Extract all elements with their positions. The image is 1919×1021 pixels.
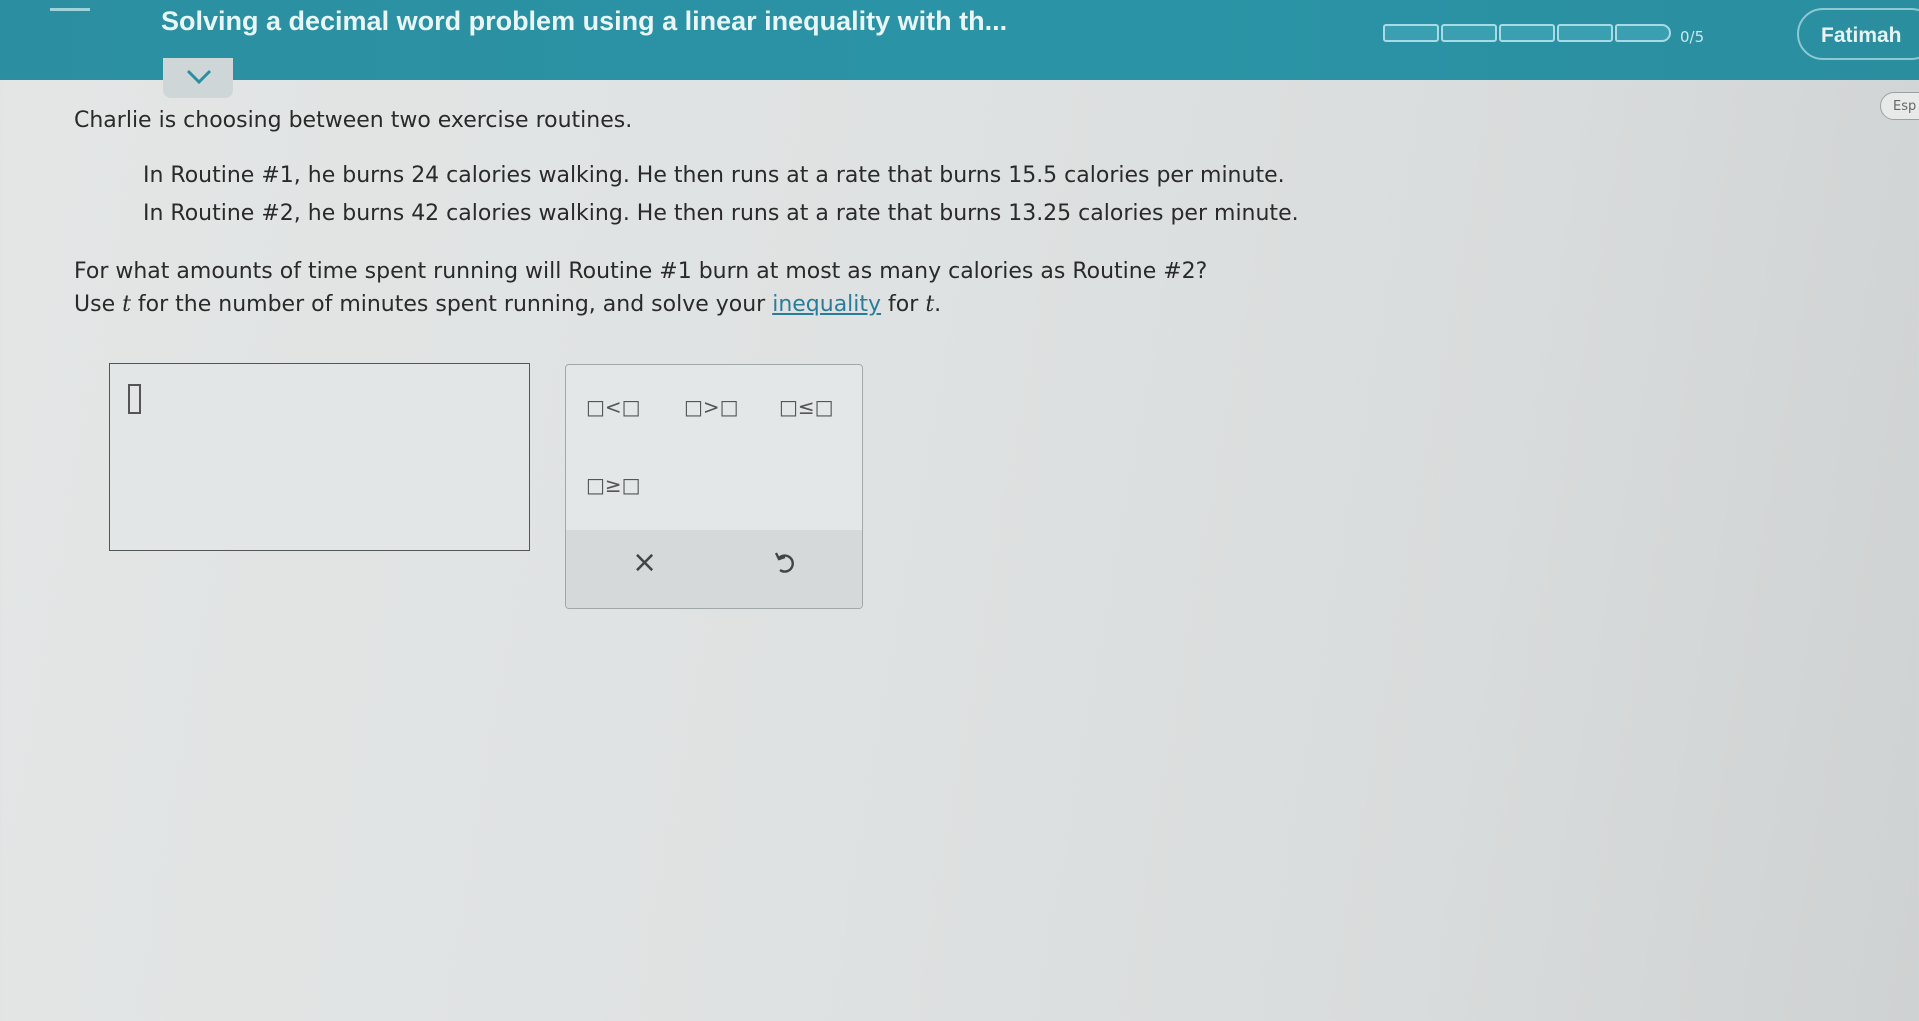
progress-segment [1615,24,1671,42]
problem-intro: Charlie is choosing between two exercise… [74,108,633,133]
progress-bar [1383,24,1671,42]
instruction-prefix: Use [74,292,123,317]
keypad-actions: × [566,530,862,608]
problem-question: For what amounts of time spent running w… [74,259,1208,284]
instruction-end: . [934,292,942,317]
instruction-suffix: for [881,292,926,317]
top-bar: Solving a decimal word problem using a l… [0,0,1919,80]
greater-than-button[interactable]: □>□ [684,395,739,419]
variable-t: t [122,292,131,317]
less-than-button[interactable]: □<□ [586,395,641,419]
progress-count: 0/5 [1680,28,1705,46]
progress-segment [1499,24,1555,42]
undo-button[interactable] [773,548,799,580]
inequality-link[interactable]: inequality [772,292,881,317]
progress-segment [1383,24,1439,42]
variable-t-2: t [925,292,935,317]
progress-segment [1441,24,1497,42]
input-cursor-placeholder [128,384,141,414]
math-keypad: □<□ □>□ □≤□ □≥□ × [565,364,863,609]
menu-icon[interactable] [50,8,90,11]
progress-segment [1557,24,1613,42]
routine-1-text: In Routine #1, he burns 24 calories walk… [143,163,1285,188]
problem-instruction: Use t for the number of minutes spent ru… [74,292,941,317]
instruction-middle: for the number of minutes spent running,… [130,292,773,317]
routine-2-text: In Routine #2, he burns 42 calories walk… [143,201,1299,226]
less-equal-button[interactable]: □≤□ [779,395,834,419]
greater-equal-button[interactable]: □≥□ [586,473,641,497]
chevron-down-icon [186,69,212,85]
collapse-toggle[interactable] [163,58,233,98]
clear-button[interactable]: × [632,545,657,580]
language-button[interactable]: Esp [1880,92,1919,120]
page-title: Solving a decimal word problem using a l… [161,6,1008,36]
undo-icon [774,552,794,573]
user-menu-button[interactable]: Fatimah [1797,8,1919,60]
answer-input[interactable] [109,363,530,551]
